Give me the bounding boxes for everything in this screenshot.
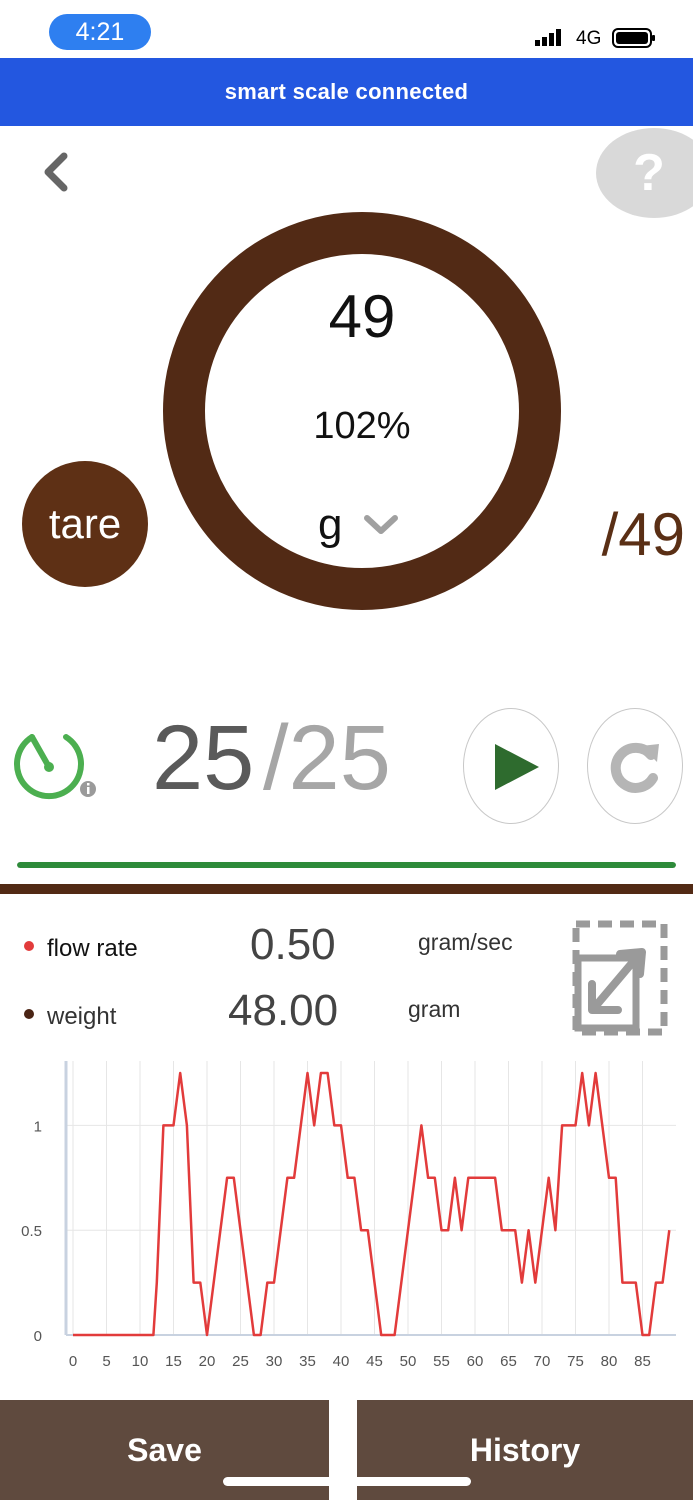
chart-x-tick-label: 35: [299, 1353, 316, 1370]
current-weight: 49: [328, 283, 396, 350]
chart-x-tick-label: 65: [500, 1353, 517, 1370]
home-indicator: [223, 1477, 471, 1486]
weight-unit: gram: [408, 996, 461, 1022]
flow-legend-dot: [24, 941, 34, 951]
chart-x-tick-label: 30: [266, 1353, 283, 1370]
info-icon[interactable]: [80, 781, 96, 797]
weight-label: weight: [47, 1003, 117, 1030]
timer-progress-bar: [17, 862, 676, 868]
chart-x-tick-label: 85: [634, 1353, 651, 1370]
reset-icon: [610, 742, 659, 793]
chevron-down-icon[interactable]: [362, 512, 400, 538]
save-button-label: Save: [127, 1431, 202, 1468]
chart-y-tick-label: 0: [34, 1328, 42, 1345]
timer-progress-fill: [17, 862, 676, 868]
weight-value: 48.00: [228, 986, 339, 1035]
connection-banner-text: smart scale connected: [224, 79, 469, 104]
question-icon[interactable]: ?: [596, 126, 693, 218]
section-divider: [0, 884, 693, 894]
status-time-text: 4:21: [75, 17, 125, 46]
flow-rate-label: flow rate: [47, 935, 138, 962]
tare-button[interactable]: tare: [22, 461, 148, 587]
battery-icon: [612, 28, 655, 48]
chart-x-tick-label: 10: [132, 1353, 149, 1370]
play-icon: [495, 744, 539, 790]
weight-percent: 102%: [313, 405, 411, 447]
chart-y-tick-label: 0.5: [21, 1223, 42, 1240]
network-type: 4G: [576, 28, 602, 49]
target-weight: /49: [601, 501, 685, 568]
chart-x-tick-label: 40: [333, 1353, 350, 1370]
flow-rate-value: 0.50: [250, 920, 336, 969]
chart-x-tick-label: 45: [366, 1353, 383, 1370]
chart-x-tick-label: 15: [165, 1353, 182, 1370]
chart-x-tick-label: 80: [601, 1353, 618, 1370]
chart-x-tick-label: 0: [69, 1353, 77, 1370]
signal-icon: [535, 29, 561, 46]
status-time: 4:21: [49, 14, 151, 50]
timer-elapsed: 25: [152, 707, 255, 809]
play-button[interactable]: [463, 708, 559, 824]
chart-x-tick-label: 5: [102, 1353, 110, 1370]
flow-rate-unit: gram/sec: [418, 929, 513, 955]
reset-button[interactable]: [587, 708, 683, 824]
chart-x-tick-label: 55: [433, 1353, 450, 1370]
chart-x-tick-label: 60: [467, 1353, 484, 1370]
chart-x-tick-label: 25: [232, 1353, 249, 1370]
chart-y-tick-label: 1: [34, 1118, 42, 1135]
chart-series-line: [73, 1071, 671, 1337]
weight-legend-dot: [24, 1009, 34, 1019]
chart-x-tick-label: 70: [534, 1353, 551, 1370]
svg-text:?: ?: [633, 144, 665, 202]
unit-selector[interactable]: g: [318, 500, 342, 550]
chart-x-tick-label: 75: [567, 1353, 584, 1370]
history-button-label: History: [469, 1431, 581, 1468]
tare-button-label: tare: [48, 500, 122, 547]
timer-target: /25: [263, 707, 391, 809]
chart-x-tick-label: 20: [199, 1353, 216, 1370]
chevron-left-icon[interactable]: [38, 150, 74, 194]
stopwatch-icon: [14, 734, 96, 800]
chart-x-tick-label: 50: [400, 1353, 417, 1370]
export-icon[interactable]: [572, 920, 668, 1036]
flow-chart: 0 5 10 15 20 25 30 35 40 45 50 55 60 65 70 75 80 85 0 0.5 1: [21, 1061, 676, 1370]
connection-banner: smart scale connected: [0, 58, 693, 126]
